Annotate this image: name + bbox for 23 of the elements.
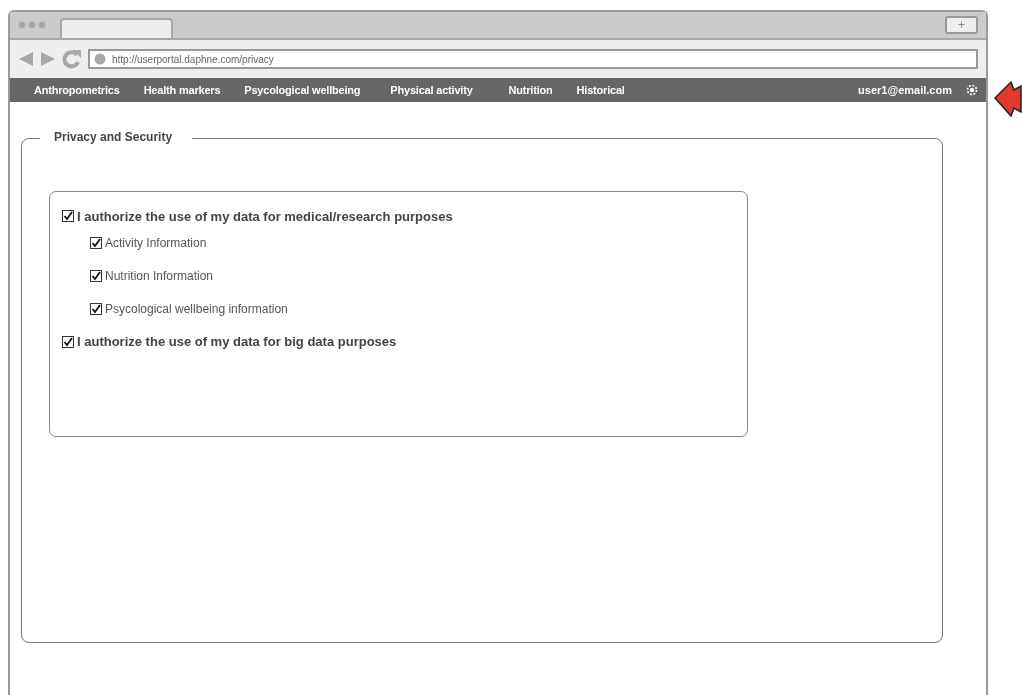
section-title: Privacy and Security <box>40 130 193 144</box>
nav-link[interactable]: Psycological wellbeing <box>244 84 361 96</box>
address-bar[interactable]: http://userportal.daphne.com/privacy <box>88 49 978 69</box>
nav-link[interactable]: Health markers <box>143 84 221 96</box>
arrow-icon <box>994 80 1022 118</box>
checkbox-label: I authorize the use of my data for big data purposes <box>77 334 397 349</box>
checkbox-label: Nutrition Information <box>105 268 214 283</box>
checked-checkbox[interactable] <box>62 335 74 348</box>
settings-icon[interactable] <box>966 84 978 96</box>
checked-checkbox[interactable] <box>90 236 102 249</box>
nav-link[interactable]: Physical activity <box>390 84 473 96</box>
nav-link[interactable]: Historical <box>576 84 625 96</box>
user-email[interactable]: user1@email.com <box>858 84 952 96</box>
nav-link[interactable]: Nutrition <box>508 84 553 96</box>
site-icon <box>94 53 106 65</box>
new-tab-button[interactable]: + <box>945 16 978 34</box>
checked-checkbox[interactable] <box>62 210 74 222</box>
checkbox-label: I authorize the use of my data for medical/research purposes <box>77 208 453 224</box>
checkbox-label: Psycological wellbeing information <box>105 301 288 316</box>
checkbox-label: Activity Information <box>105 235 207 250</box>
nav-link[interactable]: Anthropometrics <box>34 84 120 96</box>
checked-checkbox[interactable] <box>90 302 102 315</box>
checked-checkbox[interactable] <box>90 269 102 282</box>
